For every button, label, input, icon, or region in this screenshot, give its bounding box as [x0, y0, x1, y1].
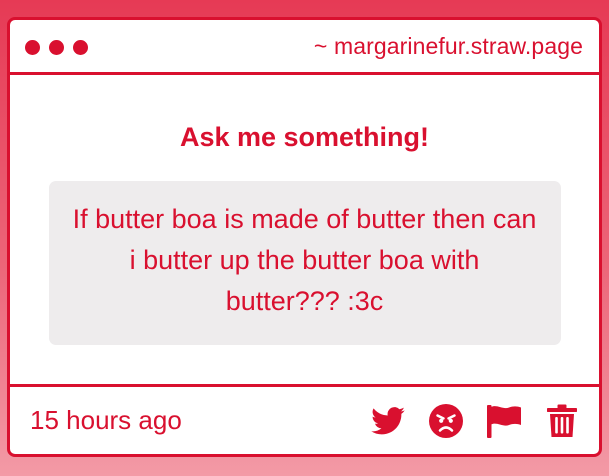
window-dot-1[interactable]: [25, 39, 40, 55]
main-content: Ask me something! If butter boa is made …: [10, 75, 599, 384]
title-bar: ~ margarinefur.straw.page: [10, 20, 599, 75]
twitter-icon[interactable]: [370, 403, 406, 439]
window-dot-3[interactable]: [73, 39, 88, 55]
question-box: If butter boa is made of butter then can…: [48, 181, 561, 345]
flag-icon[interactable]: [486, 403, 522, 439]
window-controls: [25, 39, 88, 55]
timestamp: 15 hours ago: [30, 405, 182, 435]
angry-face-icon[interactable]: [428, 403, 464, 439]
trash-icon-svg: [547, 404, 577, 437]
twitter-icon-svg: [371, 406, 405, 434]
footer-bar: 15 hours ago: [10, 384, 599, 454]
action-bar: [370, 403, 580, 439]
window-dot-2[interactable]: [49, 39, 64, 55]
browser-window: ~ margarinefur.straw.page Ask me somethi…: [7, 17, 602, 457]
page-url[interactable]: ~ margarinefur.straw.page: [314, 33, 583, 60]
angry-face-icon-svg: [429, 403, 463, 438]
flag-icon-svg: [487, 404, 521, 438]
page-heading: Ask me something!: [179, 122, 430, 152]
trash-icon[interactable]: [544, 403, 580, 439]
